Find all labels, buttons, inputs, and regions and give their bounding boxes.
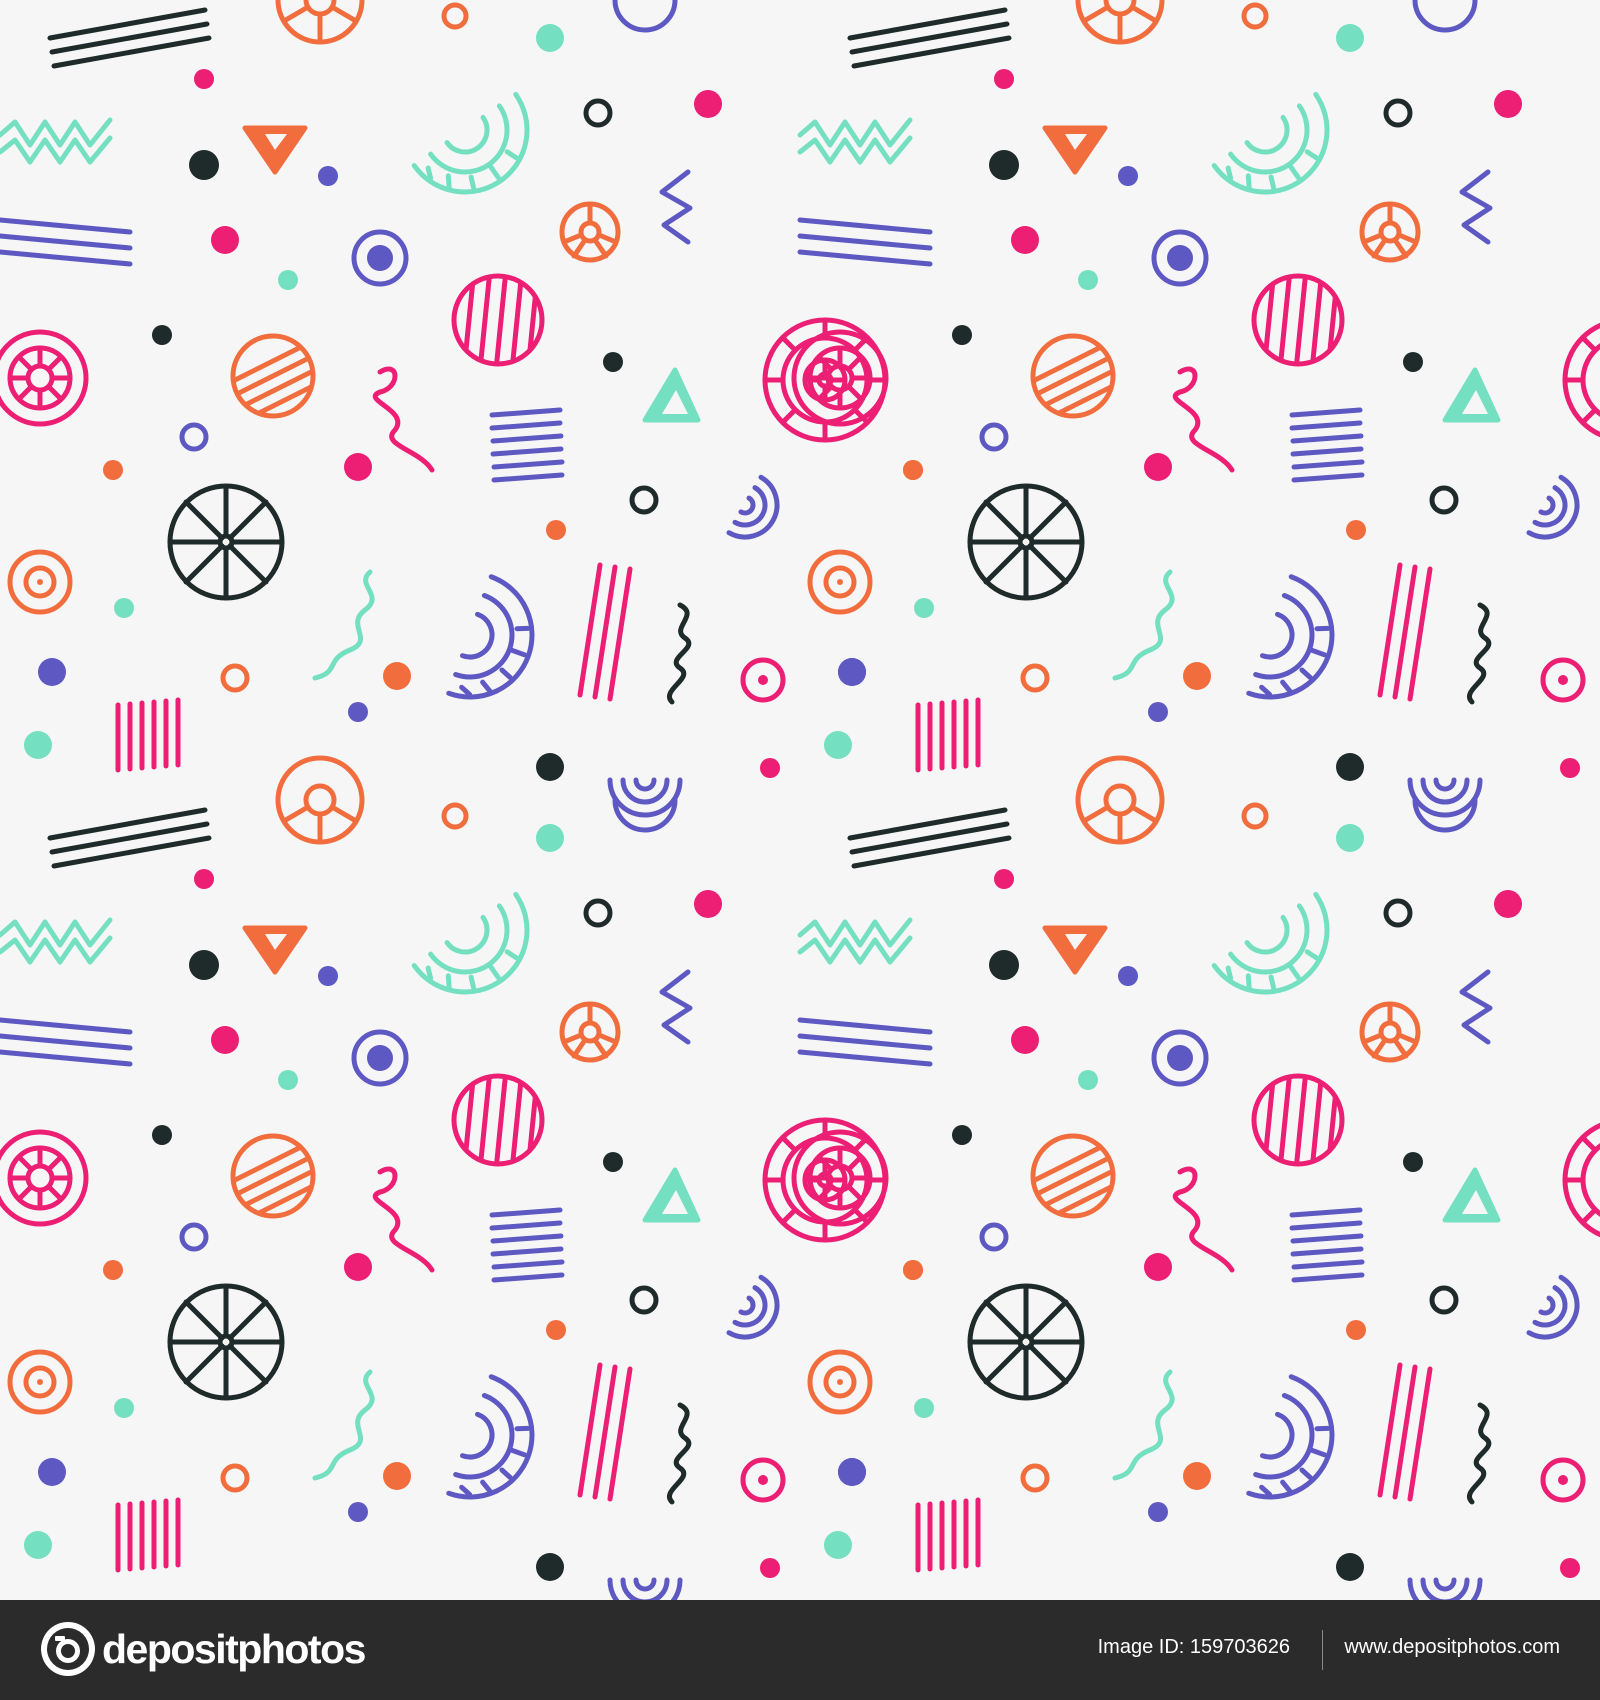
footer-bar: depositphotos Image ID: 159703626 www.de… bbox=[0, 1600, 1600, 1700]
brand[interactable]: depositphotos bbox=[40, 1621, 366, 1677]
brand-name: depositphotos bbox=[102, 1626, 366, 1672]
pattern-svg bbox=[0, 0, 1600, 1600]
website-link[interactable]: www.depositphotos.com bbox=[1344, 1636, 1560, 1659]
camera-logo-icon bbox=[41, 1622, 95, 1676]
image-id: Image ID: 159703626 bbox=[1097, 1636, 1290, 1658]
footer-divider bbox=[1322, 1630, 1323, 1670]
pattern-canvas bbox=[0, 0, 1600, 1600]
